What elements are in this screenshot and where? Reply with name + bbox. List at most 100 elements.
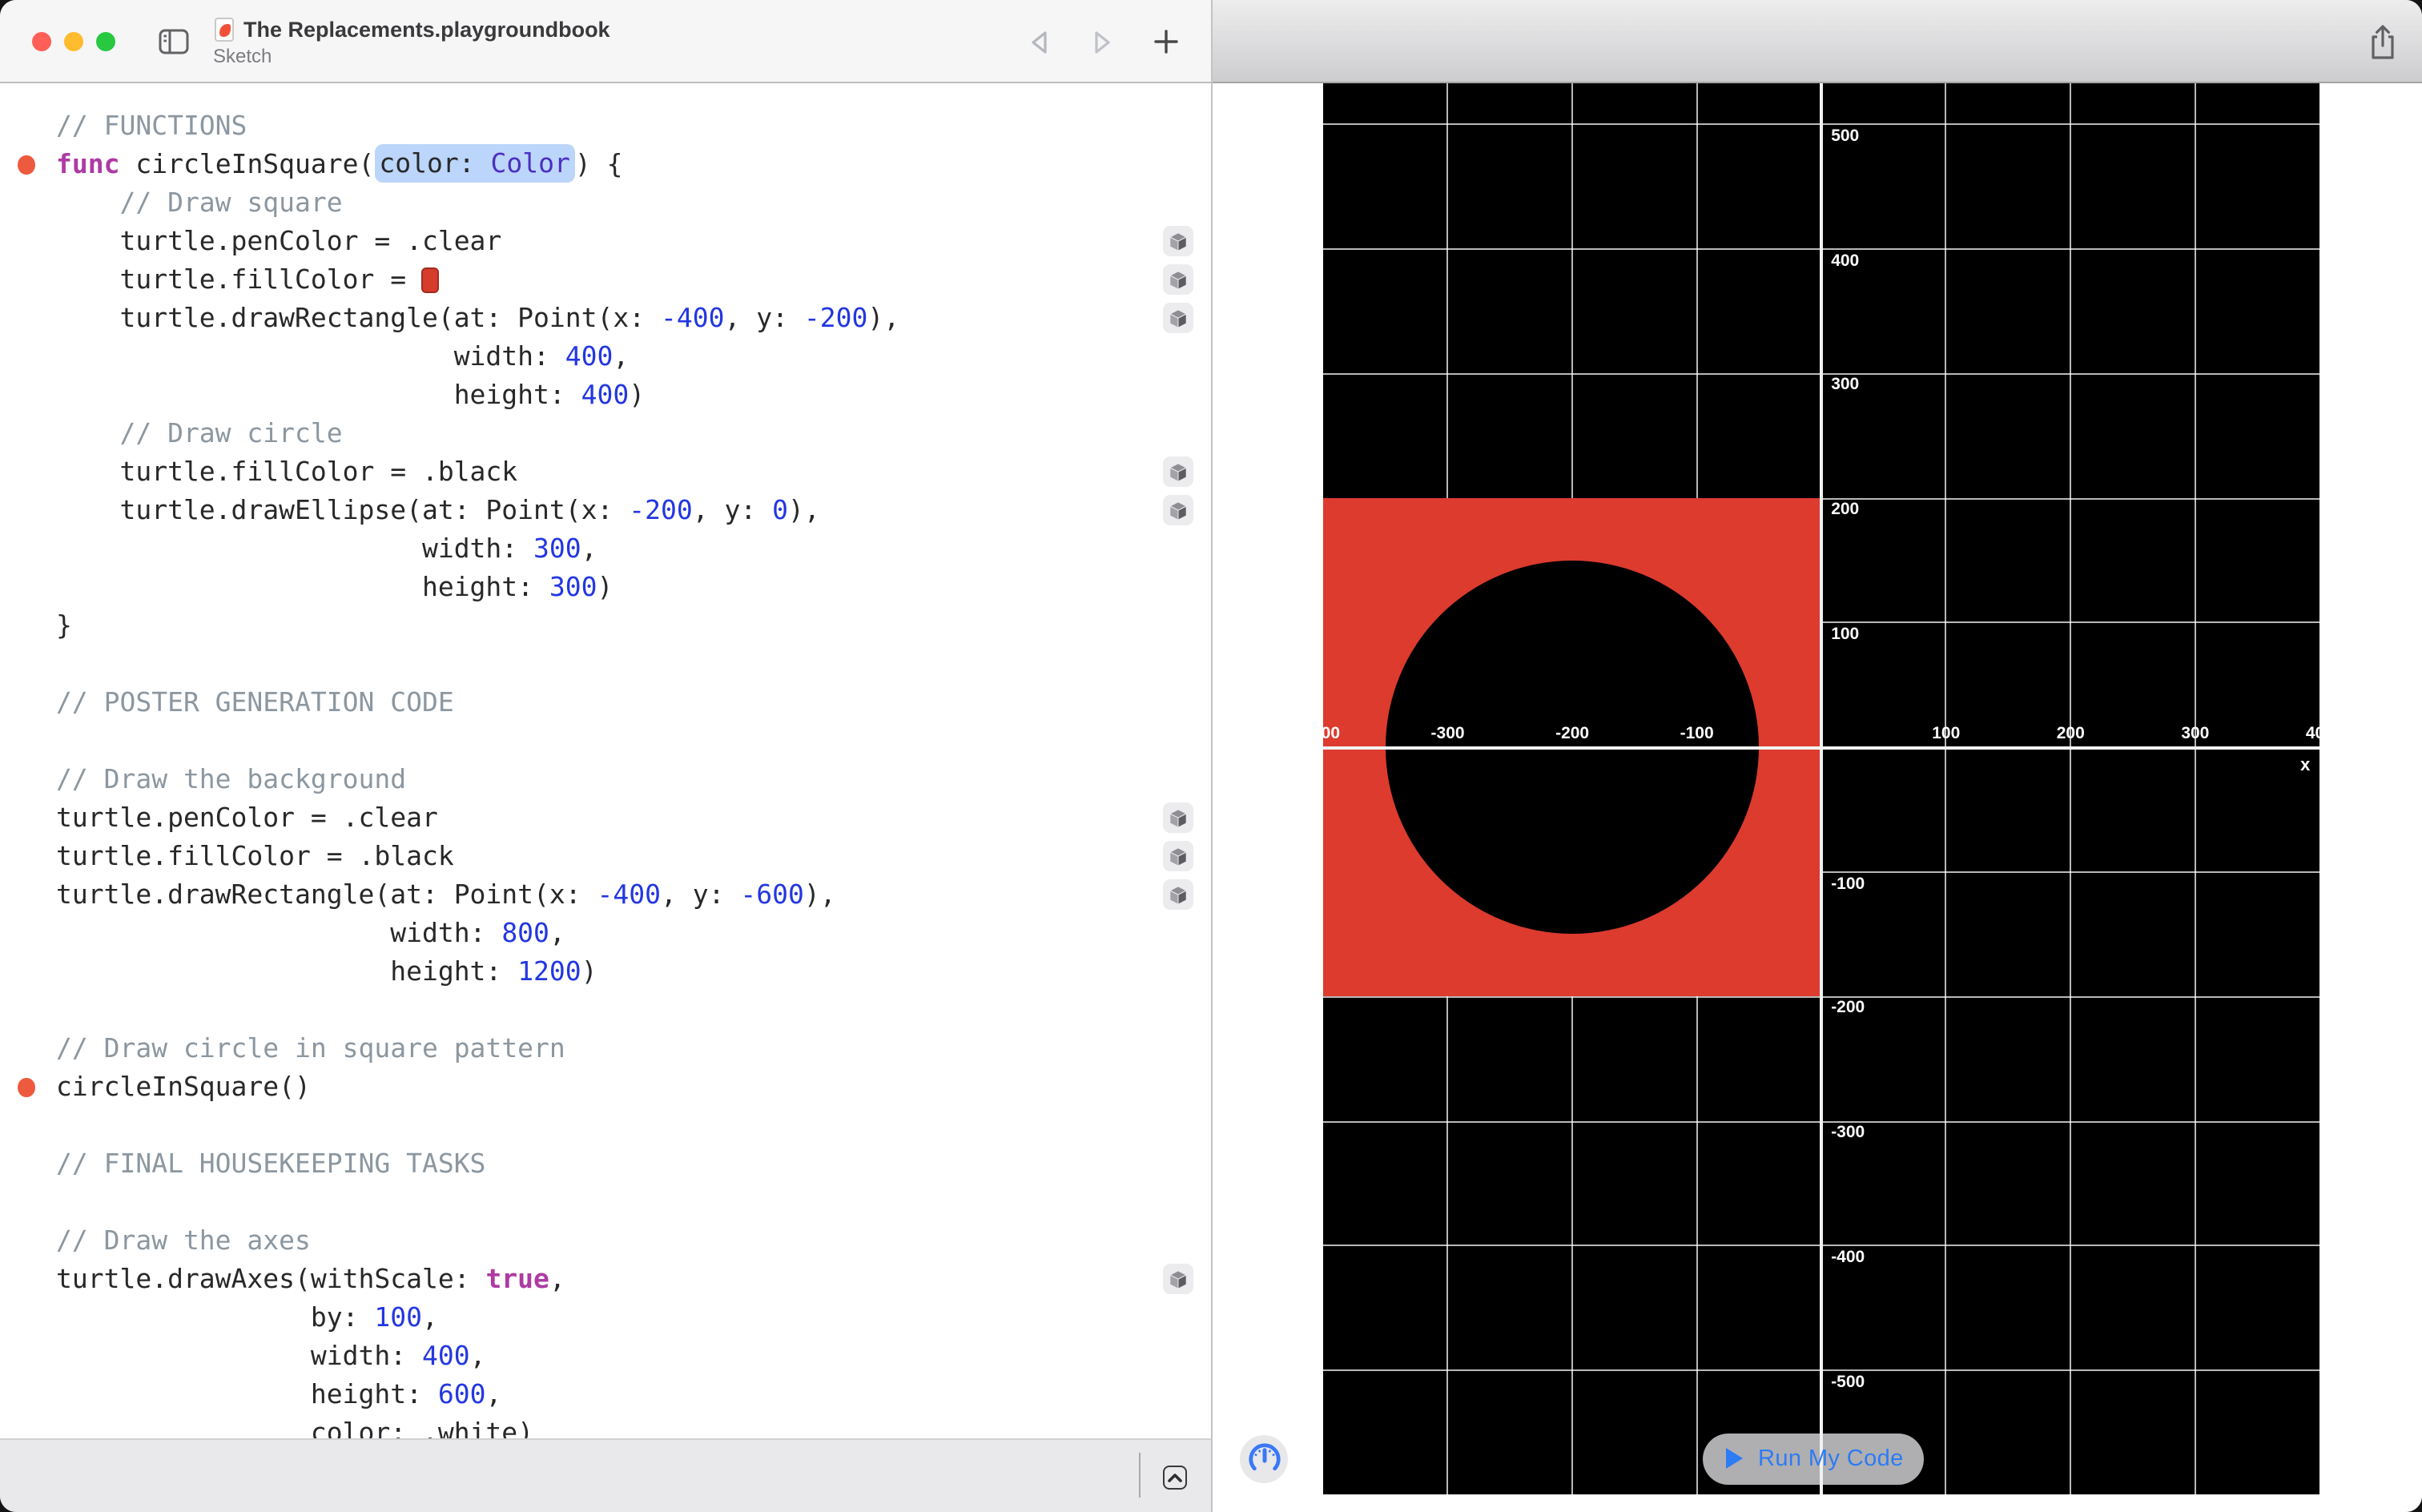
show-result-cube-button[interactable] xyxy=(1162,841,1193,872)
titlebar-right xyxy=(1213,0,2422,83)
code-token: } xyxy=(56,609,72,641)
code-line[interactable]: height: 300) xyxy=(56,568,1211,606)
forward-button[interactable] xyxy=(1083,22,1121,61)
code-token: -600 xyxy=(740,879,804,910)
window-subtitle: Sketch xyxy=(213,45,272,67)
playgrounds-window: The Replacements.playgroundbook Sketch /… xyxy=(0,0,2422,1512)
expand-panel-button[interactable] xyxy=(1163,1466,1187,1489)
show-result-cube-button[interactable] xyxy=(1162,802,1193,834)
code-token: // Draw circle xyxy=(56,417,343,448)
show-result-cube-button[interactable] xyxy=(1162,264,1193,296)
share-icon[interactable] xyxy=(2361,21,2403,62)
code-line[interactable]: width: 400, xyxy=(56,337,1211,376)
show-result-cube-button[interactable] xyxy=(1162,1264,1193,1295)
code-token: ), xyxy=(787,494,820,525)
code-token: Color xyxy=(490,144,575,183)
code-token: width: xyxy=(56,917,502,948)
code-token: ) xyxy=(597,571,614,602)
breakpoint-indicator[interactable] xyxy=(18,155,34,175)
code-line[interactable] xyxy=(56,991,1211,1029)
code-token: 1200 xyxy=(517,955,581,987)
color-literal-swatch[interactable] xyxy=(421,267,440,293)
code-line[interactable]: // Draw square xyxy=(56,183,1211,222)
gridline-vertical xyxy=(2194,83,2196,1495)
y-axis-tick-label: 300 xyxy=(1831,375,1860,395)
breakpoint-indicator[interactable] xyxy=(18,1078,34,1098)
code-line[interactable]: // FINAL HOUSEKEEPING TASKS xyxy=(56,1144,1211,1183)
code-line[interactable]: turtle.penColor = .clear xyxy=(56,222,1211,260)
code-token: // Draw circle in square pattern xyxy=(56,1032,565,1064)
sidebar-toggle-icon[interactable] xyxy=(159,29,189,54)
code-token: // Draw the background xyxy=(56,763,407,794)
y-axis-line xyxy=(1820,83,1824,1495)
code-line[interactable]: turtle.penColor = .clear xyxy=(56,798,1211,837)
code-token: 300 xyxy=(533,533,581,564)
code-token: turtle.penColor = .clear xyxy=(56,802,438,833)
code-line[interactable]: // POSTER GENERATION CODE xyxy=(56,683,1211,722)
y-axis-tick-label: -300 xyxy=(1831,1123,1865,1143)
zoom-button[interactable] xyxy=(96,32,115,51)
code-line[interactable] xyxy=(56,645,1211,683)
show-result-cube-button[interactable] xyxy=(1162,879,1193,911)
code-token: -200 xyxy=(803,302,868,333)
code-line[interactable]: turtle.fillColor = .black xyxy=(56,837,1211,875)
code-line[interactable] xyxy=(56,1183,1211,1221)
code-line[interactable]: turtle.drawRectangle(at: Point(x: -400, … xyxy=(56,875,1211,914)
code-token: turtle.drawAxes(withScale: xyxy=(56,1263,486,1294)
add-page-button[interactable] xyxy=(1147,22,1185,61)
code-line[interactable]: func circleInSquare(color: Color) { xyxy=(18,144,1211,183)
turtle-canvas: 500 400 300 200 100 -100 -200 -300 -400 -500 -400 -… xyxy=(1323,83,2320,1495)
code-token: turtle.fillColor = .black xyxy=(56,840,454,871)
run-speed-button[interactable] xyxy=(1240,1435,1288,1483)
back-button[interactable] xyxy=(1020,22,1059,61)
minimize-button[interactable] xyxy=(64,32,83,51)
code-token: 400 xyxy=(581,379,630,410)
split-divider[interactable] xyxy=(1211,0,1213,1512)
code-line[interactable] xyxy=(56,722,1211,760)
code-line[interactable]: // Draw circle xyxy=(56,414,1211,452)
show-result-cube-button[interactable] xyxy=(1162,495,1193,526)
code-line[interactable]: height: 600, xyxy=(56,1375,1211,1413)
code-line[interactable]: // Draw the background xyxy=(56,760,1211,798)
code-token: 400 xyxy=(421,1340,470,1371)
code-line[interactable]: // Draw circle in square pattern xyxy=(56,1029,1211,1068)
code-line[interactable]: circleInSquare() xyxy=(18,1068,1211,1106)
code-line[interactable]: turtle.fillColor = .black xyxy=(56,452,1211,491)
code-line[interactable]: } xyxy=(56,606,1211,645)
x-axis-tick-label: -400 xyxy=(1323,723,1341,743)
close-button[interactable] xyxy=(32,32,51,51)
code-token: // POSTER GENERATION CODE xyxy=(56,686,454,718)
app-stage: The Replacements.playgroundbook Sketch /… xyxy=(0,0,2422,1512)
speedometer-icon xyxy=(1248,1442,1280,1470)
x-axis-tick-label: 200 xyxy=(2056,723,2085,743)
y-axis-tick-label: -100 xyxy=(1831,874,1865,894)
code-line[interactable]: width: 300, xyxy=(56,529,1211,568)
code-line[interactable]: by: 100, xyxy=(56,1298,1211,1337)
code-line[interactable] xyxy=(56,1106,1211,1144)
code-token: turtle.fillColor = xyxy=(56,263,422,295)
code-line[interactable]: color: .white) xyxy=(56,1413,1211,1438)
code-token: , xyxy=(549,917,565,948)
show-result-cube-button[interactable] xyxy=(1162,226,1193,257)
code-line[interactable]: width: 800, xyxy=(56,914,1211,952)
code-editor-panel[interactable]: // FUNCTIONS func circleInSquare(color: C… xyxy=(0,83,1211,1438)
live-view-panel: 500 400 300 200 100 -100 -200 -300 -400 -500 -400 -… xyxy=(1213,83,2422,1512)
code-line[interactable]: // Draw the axes xyxy=(56,1221,1211,1260)
code-line[interactable]: height: 400) xyxy=(56,376,1211,414)
code-token: , xyxy=(485,1378,502,1409)
code-token: width: xyxy=(56,1340,422,1371)
run-my-code-button[interactable]: Run My Code xyxy=(1703,1434,1924,1484)
code-line[interactable]: width: 400, xyxy=(56,1337,1211,1375)
code-line[interactable]: turtle.drawRectangle(at: Point(x: -400, … xyxy=(56,299,1211,337)
show-result-cube-button[interactable] xyxy=(1162,456,1193,488)
show-result-cube-button[interactable] xyxy=(1162,303,1193,334)
code-token: , xyxy=(422,1301,438,1333)
code-line[interactable]: turtle.fillColor = xyxy=(56,260,1211,299)
code-line[interactable]: turtle.drawEllipse(at: Point(x: -200, y:… xyxy=(56,491,1211,529)
code-line[interactable]: // FUNCTIONS xyxy=(56,107,1211,145)
code-line[interactable]: turtle.drawAxes(withScale: true, xyxy=(56,1260,1211,1298)
code-line[interactable]: height: 1200) xyxy=(56,952,1211,991)
x-axis-tick-label: -100 xyxy=(1680,723,1714,743)
code-token: color: xyxy=(374,144,491,183)
code-content: // FUNCTIONS func circleInSquare(color: C… xyxy=(18,107,1211,1438)
